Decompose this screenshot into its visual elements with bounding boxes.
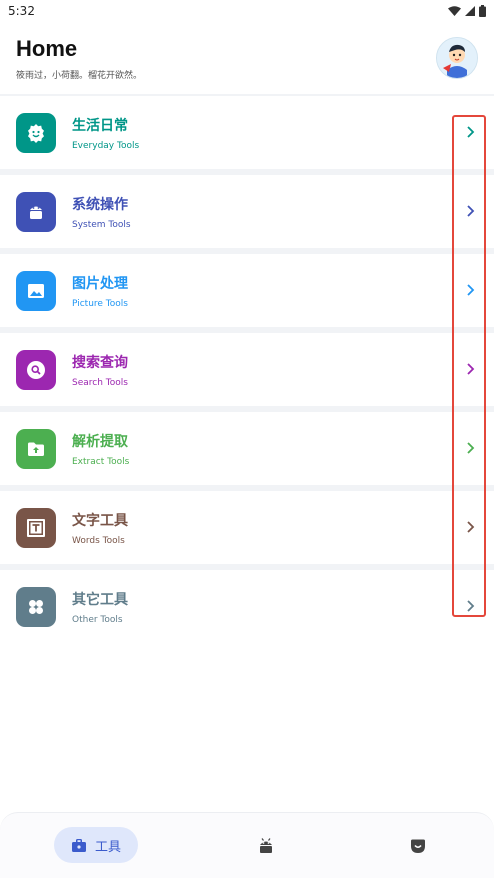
category-label: 其它工具 xyxy=(72,592,128,608)
category-extract[interactable]: 解析提取 Extract Tools xyxy=(0,412,494,485)
category-search[interactable]: 搜索查询 Search Tools xyxy=(0,333,494,406)
toolbox-icon xyxy=(71,839,86,852)
category-picture[interactable]: 图片处理 Picture Tools xyxy=(0,254,494,327)
header: Home 筱雨过，小荷翻。榴花开欲然。 xyxy=(0,28,494,90)
signal-icon xyxy=(465,6,475,16)
category-system[interactable]: 系统操作 System Tools xyxy=(0,175,494,248)
category-label: 解析提取 xyxy=(72,434,128,450)
android-icon xyxy=(16,192,56,232)
bottom-nav: 工具 xyxy=(0,812,494,878)
status-time: 5:32 xyxy=(8,4,35,18)
folder-upload-icon xyxy=(16,429,56,469)
category-label: 系统操作 xyxy=(72,197,128,213)
page-title: Home xyxy=(16,36,78,61)
grid-icon xyxy=(16,587,56,627)
page-subtitle: 筱雨过，小荷翻。榴花开欲然。 xyxy=(16,71,143,81)
android-icon[interactable] xyxy=(257,837,275,855)
status-icons xyxy=(448,5,486,17)
nav-tools-label: 工具 xyxy=(94,839,121,855)
nav-tools-tab[interactable]: 工具 xyxy=(54,827,138,863)
category-sub: Other Tools xyxy=(72,615,123,625)
avatar[interactable] xyxy=(436,37,478,79)
image-icon xyxy=(16,271,56,311)
category-label: 搜索查询 xyxy=(72,355,128,371)
category-sub: System Tools xyxy=(72,220,131,230)
category-sub: Everyday Tools xyxy=(72,141,140,151)
category-list: 生活日常 Everyday Tools 系统操作 System Tools 图片… xyxy=(0,94,494,643)
category-sub: Extract Tools xyxy=(72,457,130,467)
category-other[interactable]: 其它工具 Other Tools xyxy=(0,570,494,643)
category-label: 生活日常 xyxy=(72,118,128,134)
category-words[interactable]: 文字工具 Words Tools xyxy=(0,491,494,564)
category-sub: Picture Tools xyxy=(72,299,128,309)
text-icon xyxy=(16,508,56,548)
chevron-highlight-box xyxy=(452,115,486,617)
category-label: 文字工具 xyxy=(72,513,128,529)
category-everyday[interactable]: 生活日常 Everyday Tools xyxy=(0,96,494,169)
search-icon xyxy=(16,350,56,390)
category-sub: Search Tools xyxy=(72,378,128,388)
category-sub: Words Tools xyxy=(72,536,125,546)
screen: 5:32 Home 筱雨过，小荷翻。榴花开欲然。 生活日常 Everyday T… xyxy=(0,0,494,878)
badge-icon[interactable] xyxy=(409,837,427,855)
wifi-icon xyxy=(448,5,461,16)
status-bar: 5:32 xyxy=(0,0,494,22)
face-icon xyxy=(16,113,56,153)
avatar-illustration xyxy=(437,38,477,78)
category-label: 图片处理 xyxy=(72,276,128,292)
battery-icon xyxy=(479,5,486,17)
